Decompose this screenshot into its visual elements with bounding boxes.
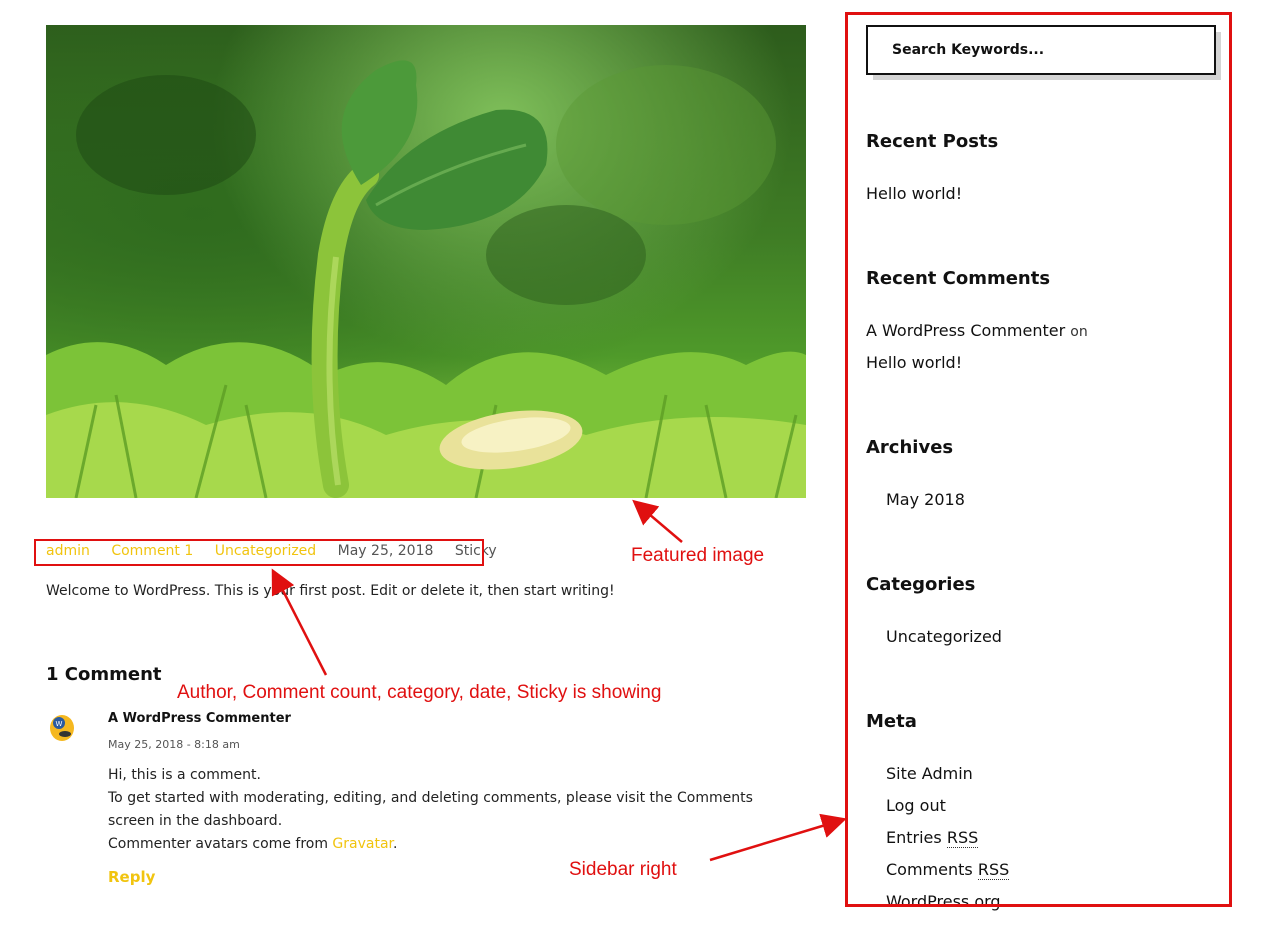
featured-arrow <box>632 499 683 543</box>
meta-annotation-label: Author, Comment count, category, date, S… <box>177 682 662 703</box>
meta-arrow <box>271 568 328 676</box>
sidebar-arrow <box>709 813 847 862</box>
featured-annotation-label: Featured image <box>631 545 765 566</box>
annotation-arrows <box>271 499 847 862</box>
sidebar-annotation-label: Sidebar right <box>569 859 677 880</box>
